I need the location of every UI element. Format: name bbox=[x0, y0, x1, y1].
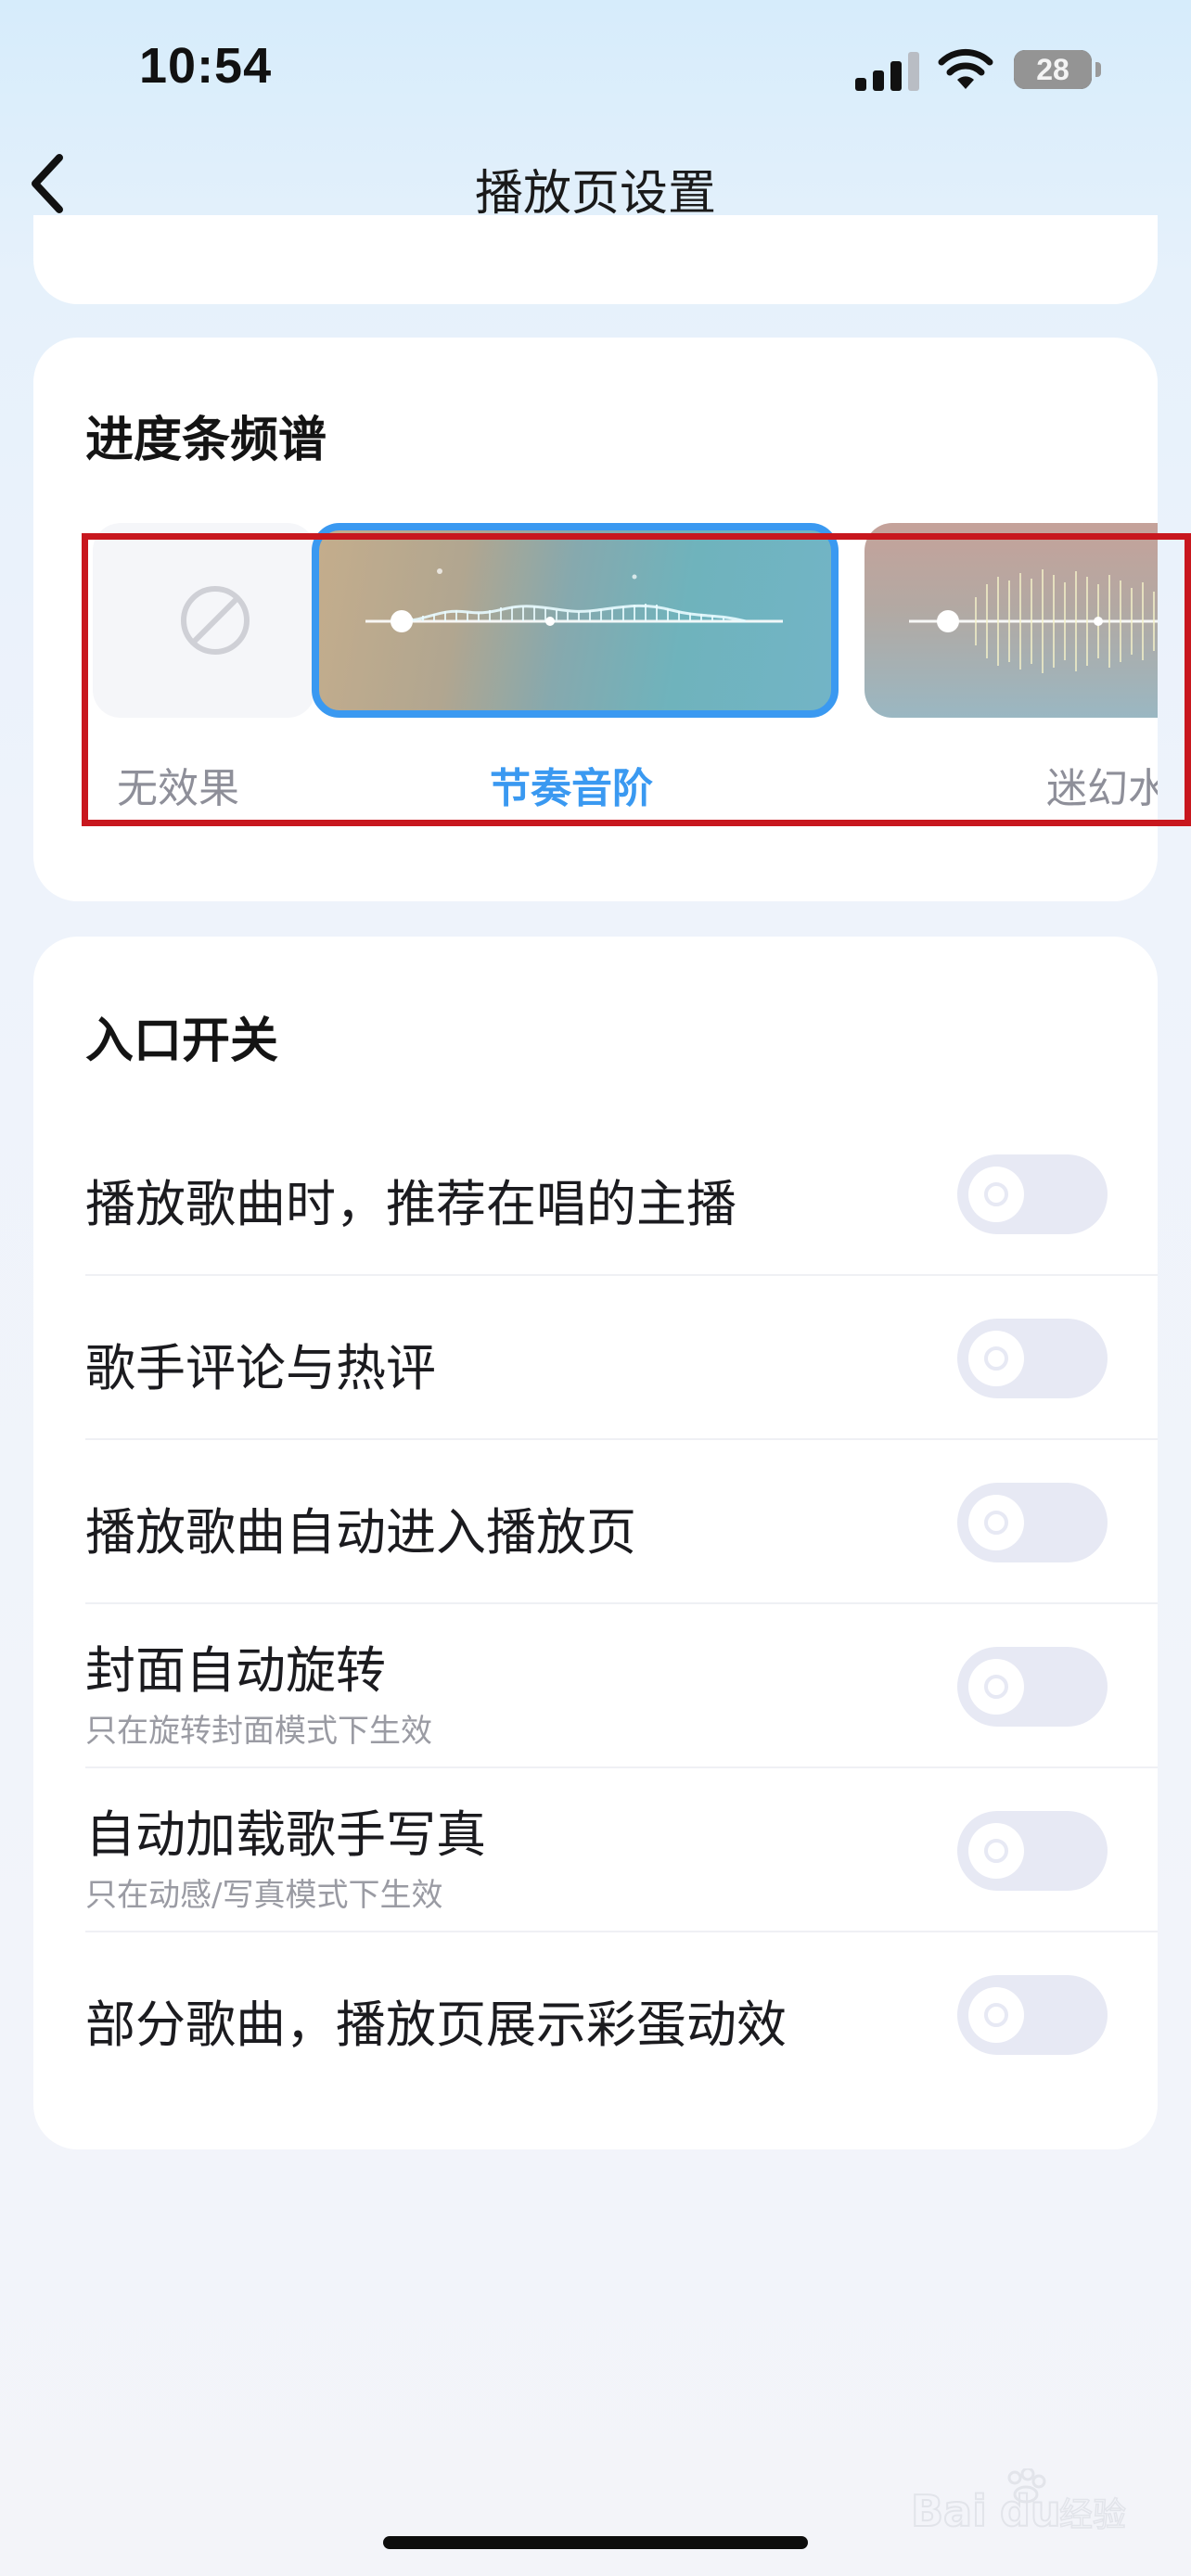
effect-label-dream-water: 迷幻水 bbox=[1046, 765, 1158, 812]
switch-row-label: 歌手评论与热评 bbox=[85, 1339, 436, 1397]
svg-text:Bai: Bai bbox=[911, 2486, 987, 2536]
wifi-icon bbox=[938, 48, 993, 89]
toggle-knob bbox=[968, 1823, 1024, 1879]
cellular-signal-icon bbox=[855, 52, 920, 91]
toggle-singer-photos[interactable] bbox=[957, 1811, 1108, 1891]
row-divider bbox=[85, 1602, 1158, 1604]
toggle-singer-comments[interactable] bbox=[957, 1319, 1108, 1398]
effect-option-rhythm-scale[interactable] bbox=[312, 523, 839, 718]
battery-level: 28 bbox=[1014, 50, 1092, 89]
prohibited-icon bbox=[181, 586, 250, 655]
switch-row-singer-photos: 自动加载歌手写真 只在动感/写真模式下生效 bbox=[85, 1769, 1158, 1932]
spectrum-preview-dream bbox=[909, 569, 1158, 673]
svg-text:经验: 经验 bbox=[1059, 2496, 1126, 2534]
effect-option-none[interactable] bbox=[93, 523, 315, 718]
row-divider bbox=[85, 1274, 1158, 1276]
spectrum-section-title: 进度条频谱 bbox=[85, 413, 327, 468]
toggle-cover-rotate[interactable] bbox=[957, 1647, 1108, 1727]
toggle-knob bbox=[968, 1495, 1024, 1550]
switch-row-label: 部分歌曲，播放页展示彩蛋动效 bbox=[85, 1996, 787, 2054]
row-divider bbox=[85, 1438, 1158, 1440]
switch-row-recommend-anchor: 播放歌曲时，推荐在唱的主播 bbox=[85, 1113, 1158, 1276]
toggle-knob bbox=[968, 1659, 1024, 1715]
switch-row-sublabel: 只在动感/写真模式下生效 bbox=[85, 1877, 443, 1914]
switch-row-sublabel: 只在旋转封面模式下生效 bbox=[85, 1713, 432, 1750]
row-divider bbox=[85, 1766, 1158, 1768]
spectrum-card: 进度条频谱 无效果 节奏音阶 迷幻水 bbox=[33, 338, 1158, 901]
switch-row-cover-rotate: 封面自动旋转 只在旋转封面模式下生效 bbox=[85, 1605, 1158, 1768]
svg-text:du: du bbox=[1000, 2486, 1061, 2536]
toggle-recommend-anchor[interactable] bbox=[957, 1154, 1108, 1234]
switch-row-easter-egg: 部分歌曲，播放页展示彩蛋动效 bbox=[85, 1933, 1158, 2097]
switch-row-auto-enter-player: 播放歌曲自动进入播放页 bbox=[85, 1441, 1158, 1604]
status-time: 10:54 bbox=[139, 38, 273, 94]
home-indicator[interactable] bbox=[383, 2536, 808, 2549]
previous-settings-card bbox=[33, 215, 1158, 304]
switch-row-label: 封面自动旋转 bbox=[85, 1641, 386, 1700]
toggle-knob bbox=[968, 1167, 1024, 1222]
effect-option-dream-water[interactable] bbox=[864, 523, 1158, 718]
battery-indicator: 28 bbox=[1014, 50, 1092, 89]
baidu-watermark-logo: Bai du 经验 bbox=[911, 2468, 1127, 2537]
row-divider bbox=[85, 1931, 1158, 1932]
toggle-knob bbox=[968, 1987, 1024, 2043]
entry-switches-title: 入口开关 bbox=[85, 1014, 279, 1069]
effect-label-none: 无效果 bbox=[117, 765, 239, 812]
switch-row-singer-comments: 歌手评论与热评 bbox=[85, 1277, 1158, 1440]
toggle-knob bbox=[968, 1331, 1024, 1386]
switch-row-label: 播放歌曲自动进入播放页 bbox=[85, 1503, 636, 1562]
spectrum-preview bbox=[365, 568, 783, 632]
effect-label-rhythm-scale: 节奏音阶 bbox=[490, 765, 653, 812]
toggle-auto-enter-player[interactable] bbox=[957, 1483, 1108, 1562]
page-title: 播放页设置 bbox=[474, 166, 716, 222]
toggle-easter-egg[interactable] bbox=[957, 1975, 1108, 2055]
battery-nub bbox=[1095, 62, 1101, 77]
switch-row-label: 自动加载歌手写真 bbox=[85, 1805, 486, 1864]
entry-switches-card: 入口开关 播放歌曲时，推荐在唱的主播 歌手评论与热评 播放歌曲自动进入播放页 封… bbox=[33, 937, 1158, 2149]
switch-row-label: 播放歌曲时，推荐在唱的主播 bbox=[85, 1175, 736, 1233]
